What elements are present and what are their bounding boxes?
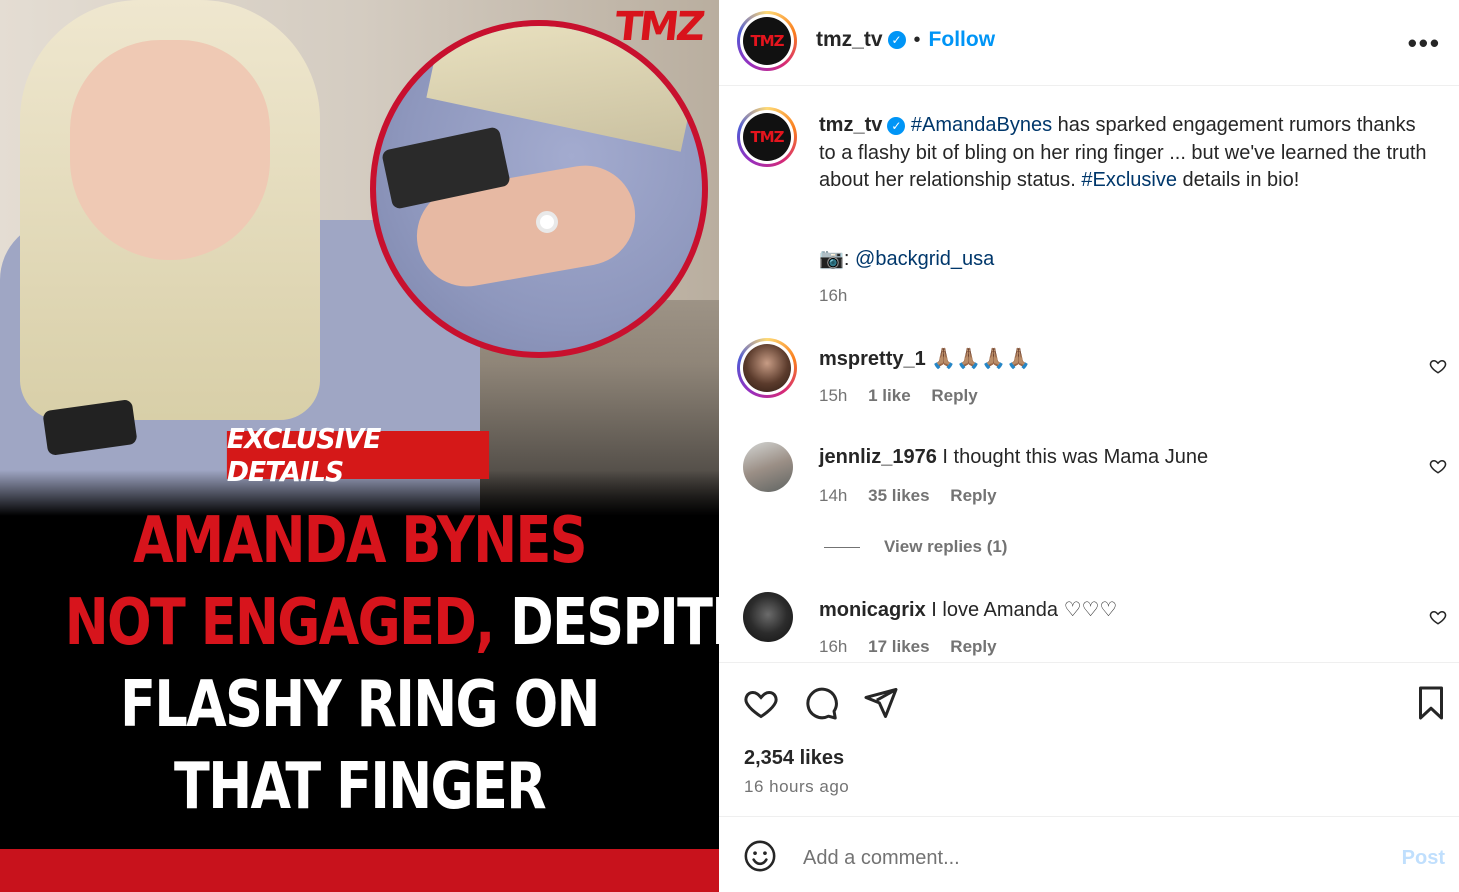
exclusive-details-tag: EXCLUSIVE DETAILS [226, 422, 490, 488]
like-heart-icon[interactable] [743, 685, 779, 721]
comment-meta: 16h 17 likes Reply [819, 637, 1013, 657]
post-image[interactable]: TMZ EXCLUSIVE DETAILS AMANDA BYNES NOT EN… [0, 0, 719, 892]
view-replies-button[interactable]: View replies (1) [824, 537, 1007, 557]
camera-icon: 📷 [819, 248, 844, 270]
comment-username[interactable]: monicagrix [819, 599, 926, 621]
face [70, 40, 270, 260]
verified-badge-icon: ✓ [887, 116, 906, 135]
comment-input[interactable] [803, 841, 1363, 875]
comment-meta: 14h 35 likes Reply [819, 486, 1013, 506]
caption-timestamp[interactable]: 16h [819, 286, 847, 306]
reply-button[interactable]: Reply [931, 386, 977, 405]
comment-avatar[interactable] [737, 338, 797, 398]
headline-text: AMANDA BYNES [133, 504, 587, 578]
comment-meta: 15h 1 like Reply [819, 386, 994, 406]
headline-text: NOT ENGAGED, [64, 586, 495, 660]
comment-time[interactable]: 16h [819, 637, 847, 656]
headline-text: DESPITE [510, 586, 719, 660]
headline-line: AMANDA BYNES [65, 500, 655, 582]
headline-text: THAT FINGER [174, 750, 547, 824]
comment-body: I thought this was Mama June [942, 446, 1209, 468]
headline-line: FLASHY RING ON [65, 664, 655, 746]
comment-username[interactable]: jennliz_1976 [819, 446, 937, 468]
comment-like-heart-icon[interactable] [1429, 457, 1447, 475]
reply-button[interactable]: Reply [950, 486, 996, 505]
credit-handle-link[interactable]: @backgrid_usa [855, 248, 994, 270]
headline-text: FLASHY RING ON [120, 668, 600, 742]
caption-avatar[interactable]: TMZ [737, 107, 797, 167]
more-options-icon[interactable]: ••• [1408, 28, 1441, 59]
image-headline: AMANDA BYNESNOT ENGAGED, DESPITEFLASHY R… [0, 500, 719, 828]
post-sidebar: TMZ tmz_tv ✓ • Follow ••• TMZ tmz_tv ✓ #A… [719, 0, 1459, 892]
hashtag-exclusive[interactable]: #Exclusive [1081, 169, 1177, 191]
post-age[interactable]: 16 hours ago [744, 777, 849, 797]
comment-avatar[interactable] [743, 592, 793, 642]
comment-bubble-icon[interactable] [803, 685, 839, 721]
caption-username[interactable]: tmz_tv [819, 114, 882, 136]
comment-avatar[interactable] [743, 442, 793, 492]
red-footer-bar [0, 849, 719, 892]
comment-text: jennliz_1976 I thought this was Mama Jun… [819, 446, 1208, 469]
dot-separator: • [913, 28, 921, 51]
post-comment-button[interactable]: Post [1402, 847, 1445, 870]
post-actions: 2,354 likes 16 hours ago [719, 662, 1459, 816]
tmz-logo: TMZ [612, 4, 705, 50]
hashtag-amandabynes[interactable]: #AmandaBynes [911, 114, 1052, 136]
comment-body: I love Amanda ♡♡♡ [931, 599, 1118, 621]
headline-line: NOT ENGAGED, DESPITE [64, 582, 719, 664]
photo-credit: 📷: @backgrid_usa [819, 248, 995, 270]
comment-text: mspretty_1 🙏🏽🙏🏽🙏🏽🙏🏽 [819, 346, 1031, 371]
comment-likes[interactable]: 17 likes [868, 637, 929, 656]
header-username[interactable]: tmz_tv [816, 28, 883, 52]
emoji-icon[interactable] [743, 839, 777, 873]
ring-zoom-inset [370, 20, 708, 358]
comment-likes[interactable]: 35 likes [868, 486, 929, 505]
avatar[interactable]: TMZ [737, 11, 797, 71]
verified-badge-icon: ✓ [887, 31, 906, 49]
reply-button[interactable]: Reply [950, 637, 996, 656]
share-paper-plane-icon[interactable] [863, 685, 899, 721]
comment-body: 🙏🏽🙏🏽🙏🏽🙏🏽 [931, 348, 1031, 370]
comment-like-heart-icon[interactable] [1429, 608, 1447, 626]
comment-like-heart-icon[interactable] [1429, 357, 1447, 375]
caption-text: tmz_tv ✓ #AmandaBynes has sparked engagem… [819, 114, 1427, 191]
ring [536, 211, 558, 233]
post-header: TMZ tmz_tv ✓ • Follow ••• [719, 0, 1459, 86]
follow-button[interactable]: Follow [929, 28, 996, 52]
comment-likes[interactable]: 1 like [868, 386, 911, 405]
comment-username[interactable]: mspretty_1 [819, 348, 926, 370]
add-comment-bar: Post [719, 816, 1459, 892]
replies-divider [824, 546, 860, 548]
bookmark-save-icon[interactable] [1413, 685, 1449, 721]
comment-time[interactable]: 14h [819, 486, 847, 505]
comment-time[interactable]: 15h [819, 386, 847, 405]
likes-count[interactable]: 2,354 likes [744, 747, 844, 770]
comment-text: monicagrix I love Amanda ♡♡♡ [819, 597, 1117, 622]
headline-line: THAT FINGER [65, 746, 655, 828]
